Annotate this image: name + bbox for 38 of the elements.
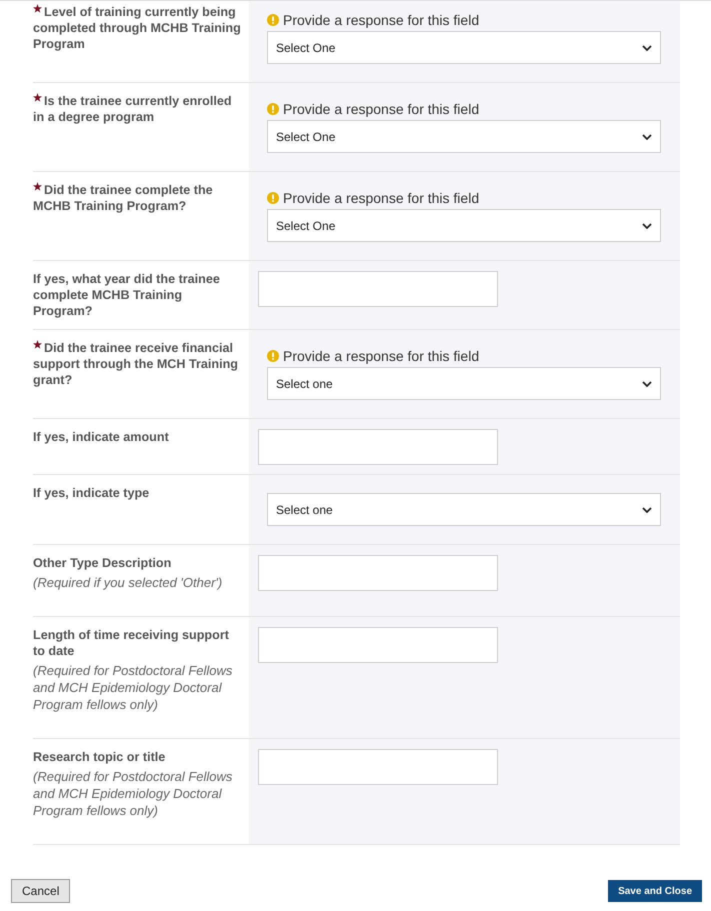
field-label: Did the trainee complete the MCHB Training Program? [33, 183, 213, 213]
caret-icon [642, 380, 652, 386]
field-label: Length of time receiving support to date [33, 628, 229, 658]
warning-icon [267, 350, 279, 362]
warning-icon [267, 14, 279, 26]
text-input[interactable] [258, 749, 498, 785]
field-label: Research topic or title [33, 750, 166, 764]
warning-icon [267, 192, 279, 204]
warning-message: Provide a response for this field [283, 101, 480, 117]
field-label: Did the trainee receive financial support through the MCH Training grant? [33, 341, 238, 387]
dropdown-field[interactable]: Select One [267, 31, 661, 64]
field-hint: (Required for Postdoctoral Fellows and MCH Epidemiology Doctoral Program fellows only) [33, 768, 234, 819]
caret-icon [642, 506, 652, 512]
warning-message: Provide a response for this field [283, 12, 480, 28]
field-label: If yes, what year did the trainee complete MCHB Training Program? [33, 272, 220, 318]
dropdown-field[interactable]: Select one [267, 367, 661, 400]
caret-icon [642, 44, 652, 50]
caret-icon [642, 134, 652, 140]
field-hint: (Required for Postdoctoral Fellows and MCH Epidemiology Doctoral Program fellows only) [33, 662, 234, 713]
dropdown-field[interactable]: Select One [267, 120, 661, 153]
field-label: If yes, indicate amount [33, 430, 169, 444]
field-label: If yes, indicate type [33, 486, 150, 500]
dropdown-field[interactable]: Select one [267, 493, 661, 526]
field-label: Is the trainee currently enrolled in a degree program [33, 94, 232, 124]
field-hint: (Required if you selected 'Other') [33, 574, 224, 591]
save-and-close-button[interactable]: Save and Close [608, 880, 702, 902]
caret-icon [642, 222, 652, 228]
text-input[interactable] [258, 271, 498, 307]
field-label: Level of training currently being completed through MCHB Training Program [33, 5, 241, 51]
field-label: Other Type Description [33, 556, 172, 570]
warning-message: Provide a response for this field [283, 190, 480, 206]
cancel-button[interactable]: Cancel [11, 879, 70, 903]
dropdown-field[interactable]: Select One [267, 209, 661, 242]
warning-icon [267, 103, 279, 115]
text-input[interactable] [258, 555, 498, 591]
warning-message: Provide a response for this field [283, 348, 480, 364]
text-input[interactable] [258, 429, 498, 465]
text-input[interactable] [258, 627, 498, 663]
